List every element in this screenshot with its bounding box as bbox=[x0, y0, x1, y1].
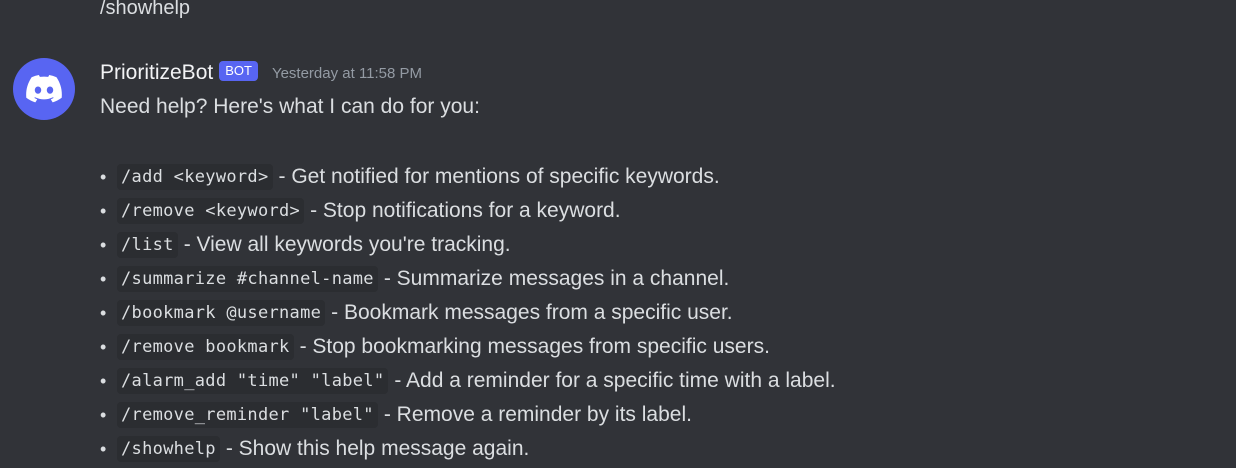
command-description: - Bookmark messages from a specific user… bbox=[331, 301, 733, 324]
command-description: - Stop notifications for a keyword. bbox=[310, 199, 621, 222]
command-list-item: • /bookmark @username - Bookmark messages … bbox=[100, 296, 836, 330]
message-intro: Need help? Here's what I can do for you: bbox=[100, 95, 480, 118]
bullet-point: • bbox=[100, 438, 107, 459]
bullet-point: • bbox=[100, 268, 107, 289]
command-description: - View all keywords you're tracking. bbox=[183, 233, 511, 256]
command-list-item: • /showhelp - Show this help message again… bbox=[100, 432, 836, 466]
command-list: • /add <keyword> - Get notified for mentio… bbox=[100, 160, 836, 466]
command-list-item: • /list - View all keywords you're trackin… bbox=[100, 228, 836, 262]
command-code: /add <keyword> bbox=[117, 164, 273, 190]
bot-badge: BOT bbox=[219, 61, 258, 81]
username[interactable]: PrioritizeBot bbox=[100, 61, 213, 85]
command-code: /bookmark @username bbox=[117, 300, 326, 326]
command-code: /remove <keyword> bbox=[117, 198, 305, 224]
command-list-item: • /remove_reminder "label" - Remove a remi… bbox=[100, 398, 836, 432]
bot-avatar[interactable] bbox=[13, 58, 75, 120]
command-description: - Remove a reminder by its label. bbox=[383, 403, 692, 426]
command-code: /list bbox=[117, 232, 178, 258]
discord-logo-icon bbox=[26, 75, 62, 103]
command-description: - Get notified for mentions of specific … bbox=[278, 165, 720, 188]
message-timestamp[interactable]: Yesterday at 11:58 PM bbox=[272, 65, 422, 82]
command-description: - Stop bookmarking messages from specifi… bbox=[299, 335, 770, 358]
bullet-point: • bbox=[100, 404, 107, 425]
command-code: /alarm_add "time" "label" bbox=[117, 368, 389, 394]
command-list-item: • /summarize #channel-name - Summarize mes… bbox=[100, 262, 836, 296]
previous-message-text: /showhelp bbox=[100, 0, 191, 19]
bullet-point: • bbox=[100, 166, 107, 187]
bullet-point: • bbox=[100, 336, 107, 357]
bullet-point: • bbox=[100, 370, 107, 391]
command-description: - Summarize messages in a channel. bbox=[383, 267, 730, 290]
bullet-point: • bbox=[100, 234, 107, 255]
command-description: - Show this help message again. bbox=[225, 437, 530, 460]
command-code: /remove bookmark bbox=[117, 334, 294, 360]
command-code: /summarize #channel-name bbox=[117, 266, 378, 292]
command-description: - Add a reminder for a specific time wit… bbox=[394, 369, 836, 392]
bullet-point: • bbox=[100, 200, 107, 221]
command-code: /showhelp bbox=[117, 436, 220, 462]
command-list-item: • /add <keyword> - Get notified for mentio… bbox=[100, 160, 836, 194]
command-list-item: • /alarm_add "time" "label" - Add a remind… bbox=[100, 364, 836, 398]
message-header: PrioritizeBot BOT Yesterday at 11:58 PM bbox=[100, 58, 422, 88]
bullet-point: • bbox=[100, 302, 107, 323]
command-code: /remove_reminder "label" bbox=[117, 402, 378, 428]
command-list-item: • /remove bookmark - Stop bookmarking mess… bbox=[100, 330, 836, 364]
command-list-item: • /remove <keyword> - Stop notifications f… bbox=[100, 194, 836, 228]
